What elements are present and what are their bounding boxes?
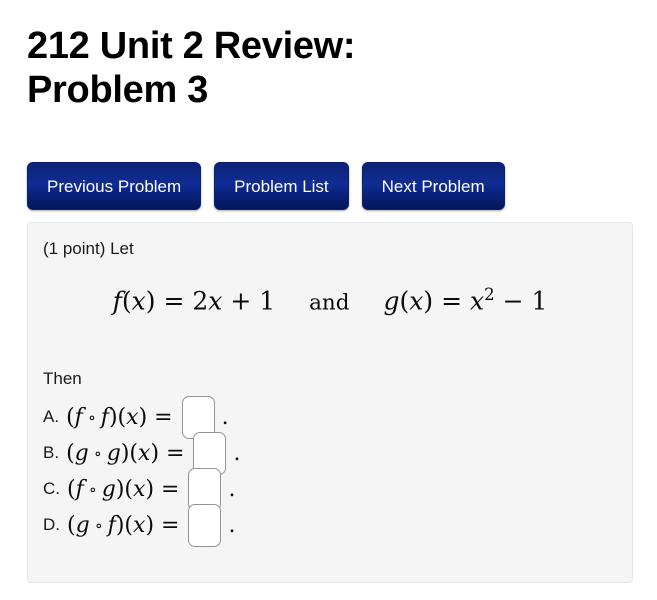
expr-c-paren-open: ( <box>67 476 76 502</box>
formula-f-paren-open: ( <box>121 286 132 316</box>
answer-row-c: C. (f ∘ g)(x) = . <box>43 467 622 511</box>
expr-d-paren-open: ( <box>67 512 76 538</box>
next-problem-button[interactable]: Next Problem <box>361 162 505 210</box>
formula-f-coefficient: 2 <box>192 286 209 316</box>
answer-expression-d: (g ∘ f)(x) = <box>67 513 179 538</box>
problem-page: 212 Unit 2 Review: Problem 3 Previous Pr… <box>0 0 657 600</box>
answer-label-a: A. <box>43 407 60 426</box>
expr-c-arg: x <box>133 476 146 502</box>
formula-g-paren-open: ( <box>399 286 410 316</box>
formula-f-variable: x <box>131 286 146 316</box>
problem-panel: (1 point) Let f(x) = 2x + 1 and g(x) = x… <box>27 222 633 583</box>
formula-g-variable: x <box>409 286 424 316</box>
formula-g-name: g <box>383 286 400 316</box>
expr-a-arg-open: ( <box>117 404 127 430</box>
formula-g-constant: 1 <box>531 286 548 316</box>
answer-expression-b: (g ∘ g)(x) = <box>66 441 184 466</box>
answer-row-a: A. (f ∘ f)(x) = . <box>43 395 622 439</box>
formula-f-name: f <box>112 286 122 316</box>
points-label: (1 point) Let <box>43 239 134 258</box>
expr-d-arg-close: ) <box>145 512 155 538</box>
previous-problem-button[interactable]: Previous Problem <box>27 162 202 210</box>
expr-b-paren-open: ( <box>66 440 75 466</box>
expr-b-composition-operator: ∘ <box>93 443 102 463</box>
answer-list: A. (f ∘ f)(x) = . B. (g ∘ g)(x) = . C. (f ∘ g)… <box>43 395 622 547</box>
expr-d-composition-operator: ∘ <box>94 515 103 535</box>
expr-c-arg-close: ) <box>145 476 155 502</box>
formula-f-paren-close: ) <box>145 286 156 316</box>
answer-period-b: . <box>233 440 241 466</box>
expr-a-arg-close: ) <box>138 404 148 430</box>
answer-row-b: B. (g ∘ g)(x) = . <box>43 431 622 475</box>
answer-expression-c: (f ∘ g)(x) = <box>67 477 179 502</box>
answer-label-b: B. <box>43 443 60 462</box>
expr-a-paren-open: ( <box>66 404 75 430</box>
expr-d-arg: x <box>133 512 146 538</box>
answer-label-d: D. <box>43 515 60 534</box>
formula-f-plus: + <box>230 286 252 316</box>
formula-g-paren-close: ) <box>423 286 434 316</box>
expr-a-right-function: f <box>100 404 109 430</box>
formula-conjunction: and <box>309 290 350 316</box>
formula-f-equals: = <box>163 286 185 316</box>
expr-b-equals: = <box>166 440 185 466</box>
answer-input-d[interactable] <box>188 503 222 547</box>
navigation-button-row: Previous Problem Problem List Next Probl… <box>27 162 505 210</box>
expr-b-arg-open: ( <box>129 440 139 466</box>
expr-c-left-function: f <box>75 476 84 502</box>
expr-a-paren-close: ) <box>108 404 118 430</box>
formula-g-base: x <box>470 286 485 316</box>
formula-f-variable-2: x <box>208 286 223 316</box>
expr-d-right-function: f <box>107 512 116 538</box>
expr-c-right-function: g <box>101 476 116 502</box>
expr-b-left-function: g <box>74 440 89 466</box>
then-label: Then <box>43 369 82 388</box>
expr-c-composition-operator: ∘ <box>88 479 97 499</box>
formula-g-minus: − <box>502 286 524 316</box>
answer-period-c: . <box>228 476 236 502</box>
expr-a-arg: x <box>126 404 139 430</box>
answer-period-d: . <box>228 512 236 538</box>
expr-a-equals: = <box>154 404 173 430</box>
answer-expression-a: (f ∘ f)(x) = <box>66 405 173 430</box>
formula-g-equals: = <box>441 286 463 316</box>
expr-b-arg: x <box>138 440 151 466</box>
expr-d-left-function: g <box>75 512 90 538</box>
answer-period-a: . <box>221 404 229 430</box>
expr-b-arg-close: ) <box>150 440 160 466</box>
answer-row-d: D. (g ∘ f)(x) = . <box>43 503 622 547</box>
formula-g-exponent: 2 <box>484 285 495 304</box>
expr-b-right-function: g <box>106 440 121 466</box>
expr-d-arg-open: ( <box>124 512 134 538</box>
expr-c-equals: = <box>161 476 180 502</box>
answer-label-c: C. <box>43 479 60 498</box>
display-formula: f(x) = 2x + 1 and g(x) = x2 − 1 <box>28 285 632 315</box>
page-title: 212 Unit 2 Review: Problem 3 <box>27 25 356 112</box>
expr-d-equals: = <box>161 512 180 538</box>
problem-list-button[interactable]: Problem List <box>214 162 349 210</box>
expr-a-composition-operator: ∘ <box>87 407 96 427</box>
expr-c-arg-open: ( <box>124 476 134 502</box>
formula-f-constant: 1 <box>259 286 276 316</box>
expr-a-left-function: f <box>74 404 83 430</box>
